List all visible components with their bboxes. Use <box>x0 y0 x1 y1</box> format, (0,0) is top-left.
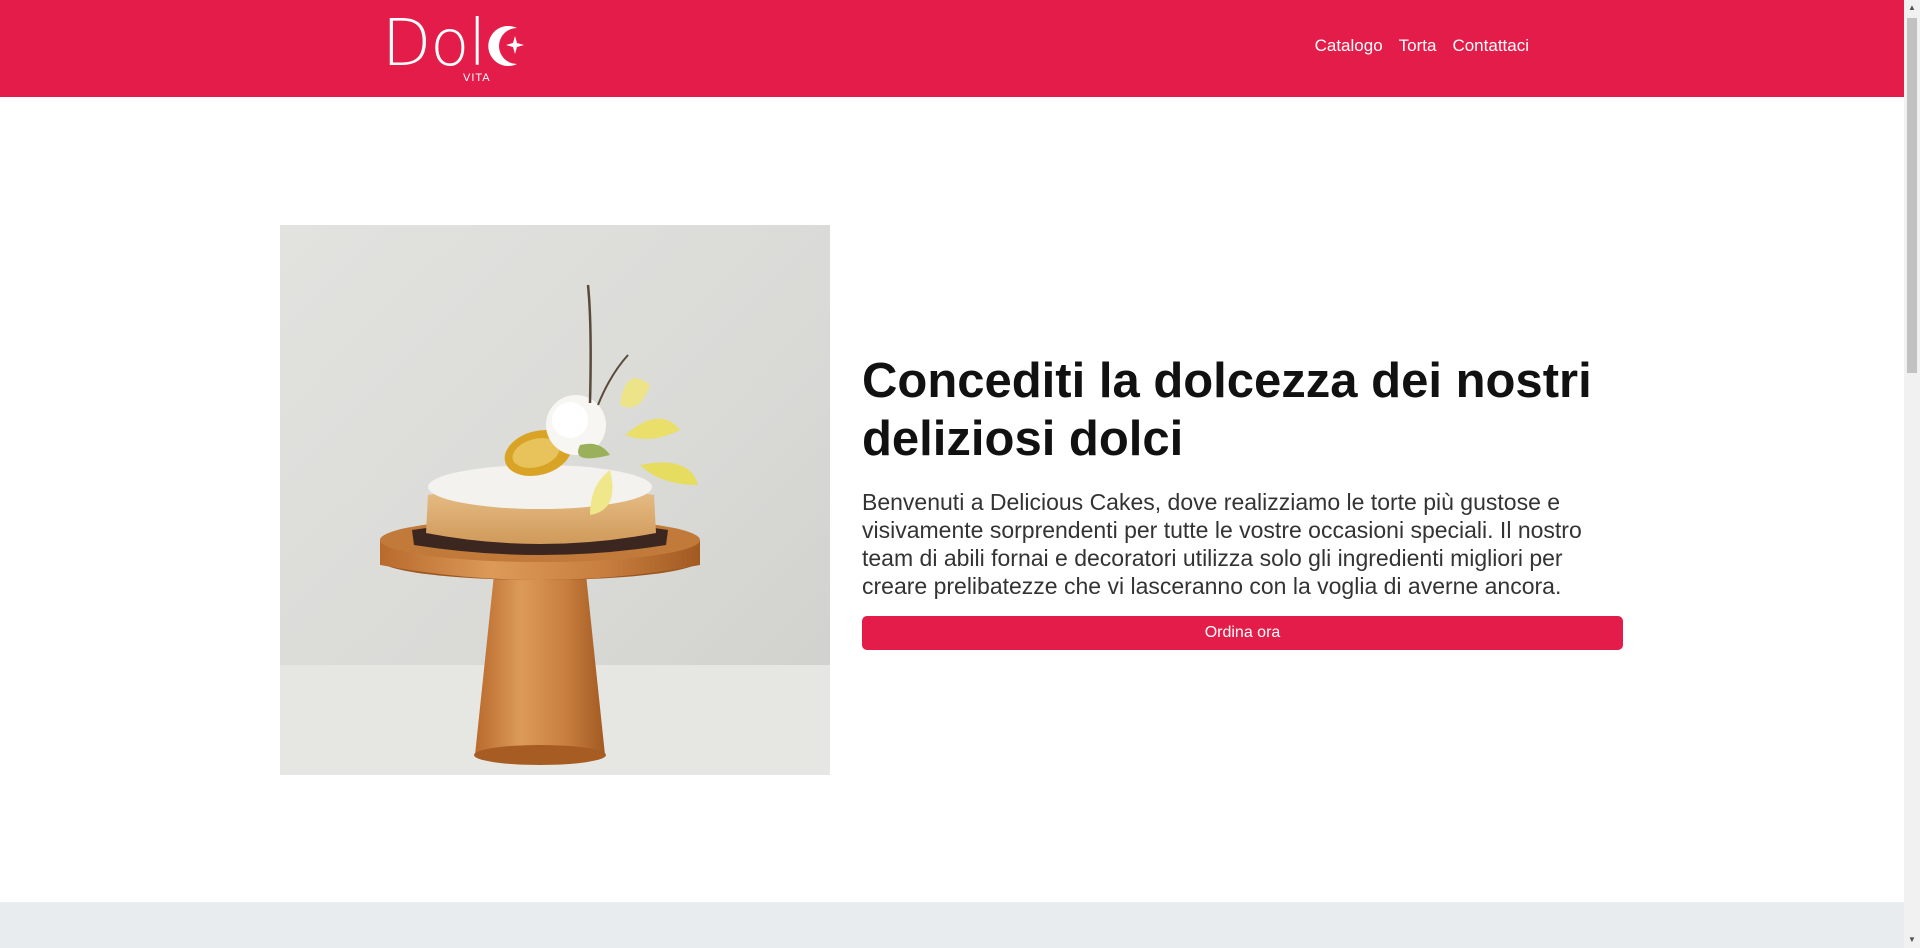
scroll-down-icon[interactable]: ▼ <box>1904 932 1920 948</box>
hero-title: Concediti la dolcezza dei nostri delizio… <box>862 354 1592 466</box>
crescent-moon-star-icon <box>488 26 524 66</box>
order-now-button[interactable]: Ordina ora <box>862 616 1623 650</box>
logo-tagline: VITA <box>463 72 491 84</box>
cake-illustration <box>280 225 830 775</box>
nav-item-torta[interactable]: Torta <box>1399 34 1437 58</box>
hero-description: Benvenuti a Delicious Cakes, dove realiz… <box>862 489 1582 599</box>
brand-logo[interactable]: Dole VITA <box>382 8 572 152</box>
next-section-band <box>0 902 1904 948</box>
scroll-thumb[interactable] <box>1907 18 1917 373</box>
hero-cake-image <box>280 225 830 775</box>
nav-item-catalogo[interactable]: Catalogo <box>1315 34 1383 58</box>
hero-section: Concediti la dolcezza dei nostri delizio… <box>862 352 1624 650</box>
scroll-up-icon[interactable]: ▲ <box>1904 0 1920 16</box>
main-nav: Catalogo Torta Contattaci <box>1315 34 1529 58</box>
site-header: Dole VITA Catalogo Torta Contattaci <box>0 0 1904 152</box>
nav-item-contattaci[interactable]: Contattaci <box>1452 34 1529 58</box>
page: Dole VITA Catalogo Torta Contattaci Conc… <box>0 0 1904 948</box>
page-scrollbar[interactable]: ▲ ▼ <box>1904 0 1920 948</box>
